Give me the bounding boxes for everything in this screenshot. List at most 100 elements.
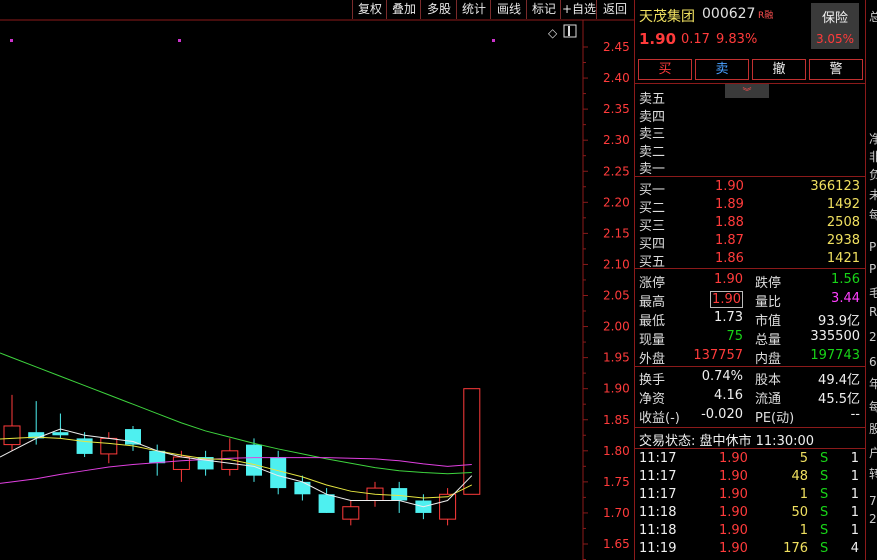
candle-body-up [100, 437, 118, 455]
stat-value: 1.56 [831, 272, 860, 287]
stat-value: 1.90 [710, 291, 743, 308]
stat-value: 197743 [810, 348, 860, 363]
y-tick-label: 2.35 [603, 102, 630, 116]
bid-volume: 1421 [826, 251, 860, 266]
bid-row[interactable]: 买三 1.88 2508 [635, 215, 865, 234]
f10-label: 总 [869, 8, 877, 25]
trade-status: 交易状态: 盘中休市 11:30:00 [639, 434, 815, 449]
f10-panel-clipped: 总净非负未每PP毛R26年每股户转72 [865, 0, 877, 560]
tick-time: 11:17 [639, 451, 677, 466]
bid-volume: 1492 [826, 197, 860, 212]
stat-label: 内盘 [755, 352, 782, 367]
ask-label: 卖五 [639, 92, 666, 107]
candle-body-up [172, 456, 190, 470]
diamond-icon: ◇ [548, 26, 558, 40]
fund-label: 流通 [755, 392, 782, 407]
tick-volume: 48 [791, 469, 808, 484]
candle-body-down [125, 429, 141, 445]
y-tick-label: 1.75 [603, 475, 630, 489]
tick-time: 11:18 [639, 523, 677, 538]
cancel-order-button[interactable]: 撤 [752, 59, 806, 80]
ask-label: 卖二 [639, 144, 666, 160]
stat-row: 涨停 1.90 跌停 1.56 [635, 272, 865, 291]
fund-label: 股本 [755, 373, 782, 388]
tick-side: S [820, 523, 829, 538]
tick-side: S [820, 541, 829, 556]
bid-price: 1.90 [715, 179, 744, 194]
stat-value: 335500 [810, 329, 860, 344]
f10-label: 户 [869, 444, 877, 461]
y-tick-label: 1.95 [603, 351, 630, 365]
marker-dot [178, 39, 181, 42]
f10-label: 2 [869, 330, 877, 344]
f10-label: 每 [869, 206, 877, 223]
tick-price: 1.90 [719, 505, 748, 520]
stat-label: 涨停 [639, 276, 666, 291]
stat-value: 1.90 [714, 272, 743, 287]
tick-side: S [820, 505, 829, 520]
quote-panel: 天茂集团 000627 R融 保险 3.05% 1.90 0.17 9.83% … [634, 0, 865, 560]
y-tick-label: 2.15 [603, 226, 630, 240]
expand-orderbook-button[interactable]: ︾ [725, 84, 769, 98]
y-tick-label: 1.70 [603, 506, 630, 520]
tick-volume: 50 [791, 505, 808, 520]
candle-body-up [342, 506, 360, 520]
tick-volume: 176 [783, 541, 808, 556]
tick-price: 1.90 [719, 451, 748, 466]
f10-label: 毛 [869, 284, 877, 301]
y-tick-label: 1.85 [603, 413, 630, 427]
y-tick-label: 1.90 [603, 382, 630, 396]
y-tick-label: 2.45 [603, 40, 630, 54]
bid-label: 买四 [639, 237, 666, 252]
f10-label: 每 [869, 398, 877, 415]
bid-row[interactable]: 买一 1.90 366123 [635, 179, 865, 198]
y-tick-label: 2.25 [603, 164, 630, 178]
tick-row: 11:17 1.90 5 S 1 [635, 451, 865, 469]
buy-button[interactable]: 买 [638, 59, 692, 80]
tick-row: 11:18 1.90 1 S 1 [635, 523, 865, 541]
stat-label: 量比 [755, 295, 782, 310]
tick-row: 11:17 1.90 48 S 1 [635, 469, 865, 487]
stat-value: 137757 [693, 348, 743, 363]
f10-label: 净 [869, 130, 877, 147]
stat-label: 最高 [639, 295, 666, 310]
fund-label: 换手 [639, 373, 666, 388]
tick-count: 1 [850, 505, 859, 520]
candle-body-down [52, 432, 69, 436]
tick-count: 1 [850, 451, 859, 466]
fund-value: 45.5亿 [818, 392, 860, 407]
kline-chart[interactable]: ◇ 2.45 2.40 2.35 2.30 2.25 2.20 2.15 2.10 2.05 2.0… [0, 0, 634, 560]
y-tick-label: 1.65 [603, 537, 630, 551]
tick-row: 11:19 1.90 176 S 4 [635, 541, 865, 559]
bid-row[interactable]: 买四 1.87 2938 [635, 233, 865, 252]
tick-time: 11:17 [639, 487, 677, 502]
y-tick-label: 2.30 [603, 133, 630, 147]
tick-count: 4 [850, 541, 859, 556]
tick-count: 1 [850, 469, 859, 484]
candle-body-down [318, 494, 335, 513]
alert-button[interactable]: 警 [809, 59, 863, 80]
stat-label: 总量 [755, 333, 782, 348]
f10-label: 2 [869, 512, 877, 526]
fund-row: 净资 4.16 流通 45.5亿 [635, 388, 865, 407]
stat-value: 93.9亿 [818, 314, 860, 329]
f10-label: R [869, 305, 877, 319]
fund-value: 4.16 [714, 388, 743, 403]
bid-price: 1.86 [715, 251, 744, 266]
bid-volume: 366123 [810, 179, 860, 194]
tick-volume: 1 [799, 523, 808, 538]
sell-button[interactable]: 卖 [695, 59, 749, 80]
stock-name: 天茂集团 [639, 9, 695, 25]
stat-row: 现量 75 总量 335500 [635, 329, 865, 348]
tick-side: S [820, 487, 829, 502]
tick-side: S [820, 451, 829, 466]
bid-row[interactable]: 买五 1.86 1421 [635, 251, 865, 270]
stat-value: 75 [726, 329, 743, 344]
chevron-down-icon: ︾ [742, 88, 752, 98]
sector-badge[interactable]: 保险 3.05% [811, 3, 859, 49]
margin-tag: R融 [758, 11, 774, 21]
y-tick-label: 2.00 [603, 320, 630, 334]
y-tick-label: 2.10 [603, 257, 630, 271]
stat-value: 1.73 [714, 310, 743, 325]
bid-row[interactable]: 买二 1.89 1492 [635, 197, 865, 216]
